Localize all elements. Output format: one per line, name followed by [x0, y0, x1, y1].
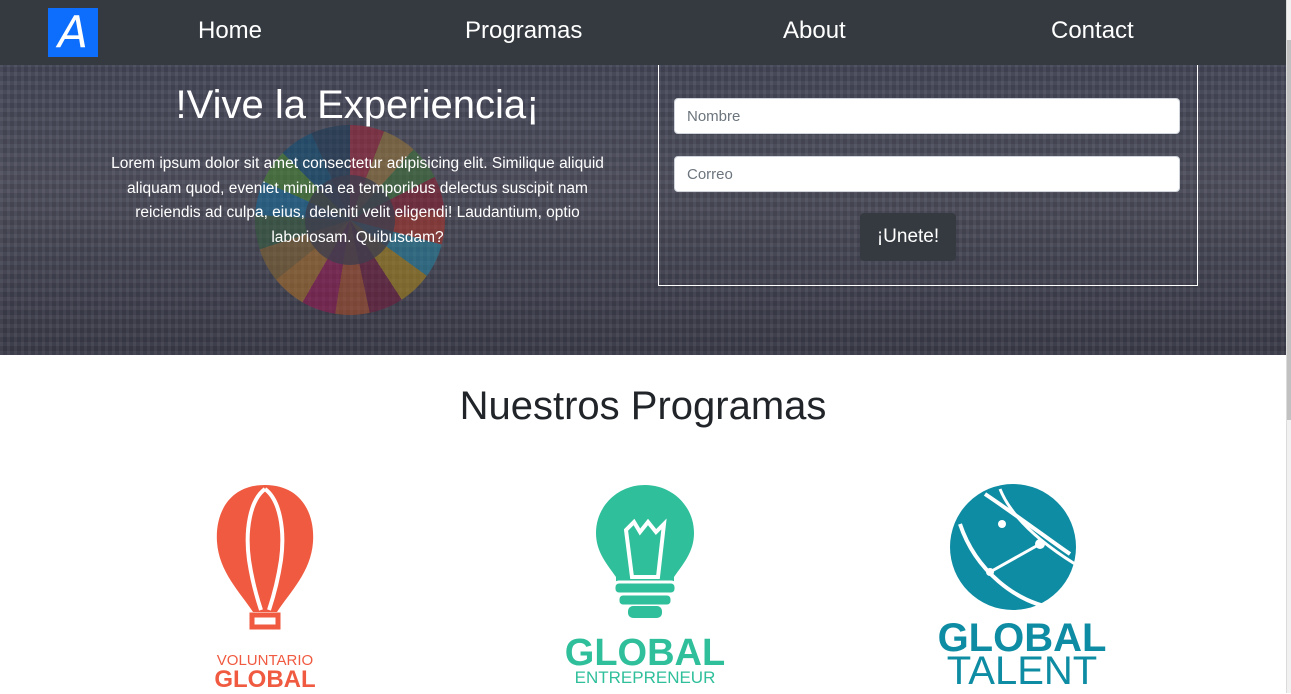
hero-title: !Vive la Experiencia¡ — [175, 83, 540, 127]
scrollbar-thumb[interactable] — [1287, 40, 1291, 420]
nav-link-programas[interactable]: Programas — [465, 17, 582, 45]
lightbulb-icon — [596, 485, 694, 618]
navbar: A Home Programas About Contact — [0, 0, 1286, 65]
nav-link-home[interactable]: Home — [198, 17, 262, 45]
nav-link-contact[interactable]: Contact — [1051, 17, 1134, 45]
nav-link-about[interactable]: About — [783, 17, 846, 45]
program-global-entrepreneur[interactable]: GLOBAL ENTREPRENEUR — [560, 482, 730, 693]
join-button[interactable]: ¡Unete! — [860, 213, 956, 261]
hero-section: !Vive la Experiencia¡ Lorem ipsum dolor … — [0, 65, 1286, 355]
program-global-talent[interactable]: GLOBAL TALENT — [938, 484, 1110, 693]
programs-title: Nuestros Programas — [459, 384, 827, 428]
program-label-line2: TALENT — [946, 649, 1098, 693]
brand-logo[interactable]: A — [48, 7, 98, 58]
name-input[interactable] — [674, 98, 1180, 134]
program-label-line2: ENTREPRENEUR — [574, 668, 716, 687]
hot-air-balloon-icon — [216, 485, 314, 630]
signup-form: ¡Unete! — [658, 65, 1198, 286]
hero-description: Lorem ipsum dolor sit amet consectetur a… — [111, 155, 604, 246]
email-input[interactable] — [674, 156, 1180, 192]
program-voluntario-global[interactable]: VOLUNTARIO GLOBAL — [195, 480, 335, 693]
globe-icon — [950, 484, 1076, 611]
program-label-line2: GLOBAL — [214, 666, 316, 693]
